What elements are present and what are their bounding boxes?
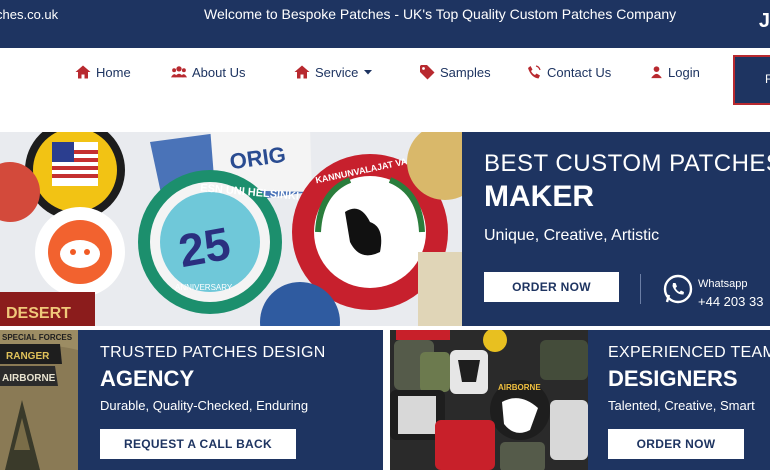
patch-desert-text: DESERT [6, 305, 71, 322]
hero-section: ORIG DESERT ESN UNI HELSINKI 25 ANNIVERS… [0, 132, 770, 326]
welcome-message: Welcome to Bespoke Patches - UK's Top Qu… [204, 6, 677, 22]
nav-item-contact-us[interactable]: Contact Us [526, 64, 611, 80]
main-navigation: Home About Us Service Samples Contact Us… [0, 48, 770, 132]
users-icon [171, 66, 187, 78]
experienced-team-card: AIRBORNE EXPERIENCED TEAM DESIGNERS Tale… [390, 330, 770, 470]
nav-item-label: Samples [440, 64, 491, 80]
nav-item-about-us[interactable]: About Us [171, 64, 245, 80]
tag-icon [420, 65, 435, 80]
nav-item-login[interactable]: Login [650, 64, 700, 80]
phone-icon [528, 65, 541, 79]
user-icon [651, 66, 662, 79]
card1-title-line2: AGENCY [100, 366, 195, 391]
whatsapp-icon [663, 274, 693, 304]
card2-subtitle: Talented, Creative, Smart [608, 398, 755, 413]
thumb-ranger-text: RANGER [6, 351, 50, 362]
nav-item-service[interactable]: Service [294, 64, 373, 80]
nav-item-home[interactable]: Home [75, 64, 131, 80]
patch-25-text: 25 [175, 217, 234, 277]
hero-panel: BEST CUSTOM PATCHES MAKER Unique, Creati… [462, 132, 770, 326]
thumb-airborne-text: AIRBORNE [2, 373, 56, 384]
thumb-airborne-text: AIRBORNE [498, 383, 541, 392]
email-link[interactable]: ches.co.uk [0, 7, 58, 22]
top-bar-corner-glyph: J [758, 10, 770, 32]
trusted-agency-card: SPECIAL FORCES RANGER AIRBORNE TRUSTED P… [0, 330, 383, 470]
hero-title-line2: MAKER [484, 180, 594, 213]
whatsapp-label: Whatsapp [698, 278, 748, 290]
home-icon [75, 65, 91, 79]
nav-item-label: Login [668, 64, 700, 80]
nav-item-label: Service [315, 64, 359, 80]
nav-item-label: Contact Us [547, 64, 612, 80]
card2-title-line2: DESIGNERS [608, 366, 738, 391]
card1-title-line1: TRUSTED PATCHES DESIGN [100, 344, 326, 361]
hero-subtitle: Unique, Creative, Artistic [484, 227, 660, 244]
home-icon [294, 65, 310, 79]
patch-anniversary-text: ANNIVERSARY [175, 283, 233, 292]
hero-title-line1: BEST CUSTOM PATCHES [484, 150, 770, 177]
card2-title-line1: EXPERIENCED TEAM [608, 344, 770, 361]
whatsapp-phone[interactable]: +44 203 33 [698, 294, 763, 309]
nav-cta-button[interactable]: F [733, 55, 770, 105]
hero-divider [640, 274, 641, 304]
hero-order-now-button[interactable]: ORDER NOW [484, 272, 619, 302]
card2-order-now-button[interactable]: ORDER NOW [608, 429, 744, 459]
nav-item-samples[interactable]: Samples [419, 64, 491, 80]
card1-subtitle: Durable, Quality-Checked, Enduring [100, 398, 309, 413]
military-patches-thumbnail: SPECIAL FORCES RANGER AIRBORNE [0, 330, 78, 470]
top-bar: ches.co.uk Welcome to Bespoke Patches - … [0, 0, 770, 48]
caret-down-icon [364, 70, 373, 75]
request-call-back-button[interactable]: REQUEST A CALL BACK [100, 429, 296, 459]
whatsapp-contact[interactable]: Whatsapp +44 203 33 [662, 273, 763, 310]
patches-collage: ORIG DESERT ESN UNI HELSINKI 25 ANNIVERS… [0, 132, 462, 326]
nav-item-label: About Us [192, 64, 246, 80]
pvc-patches-thumbnail: AIRBORNE [390, 330, 588, 470]
thumb-special-forces-text: SPECIAL FORCES [2, 333, 73, 342]
hero-patches-image: ORIG DESERT ESN UNI HELSINKI 25 ANNIVERS… [0, 132, 462, 326]
nav-item-label: Home [96, 64, 131, 80]
